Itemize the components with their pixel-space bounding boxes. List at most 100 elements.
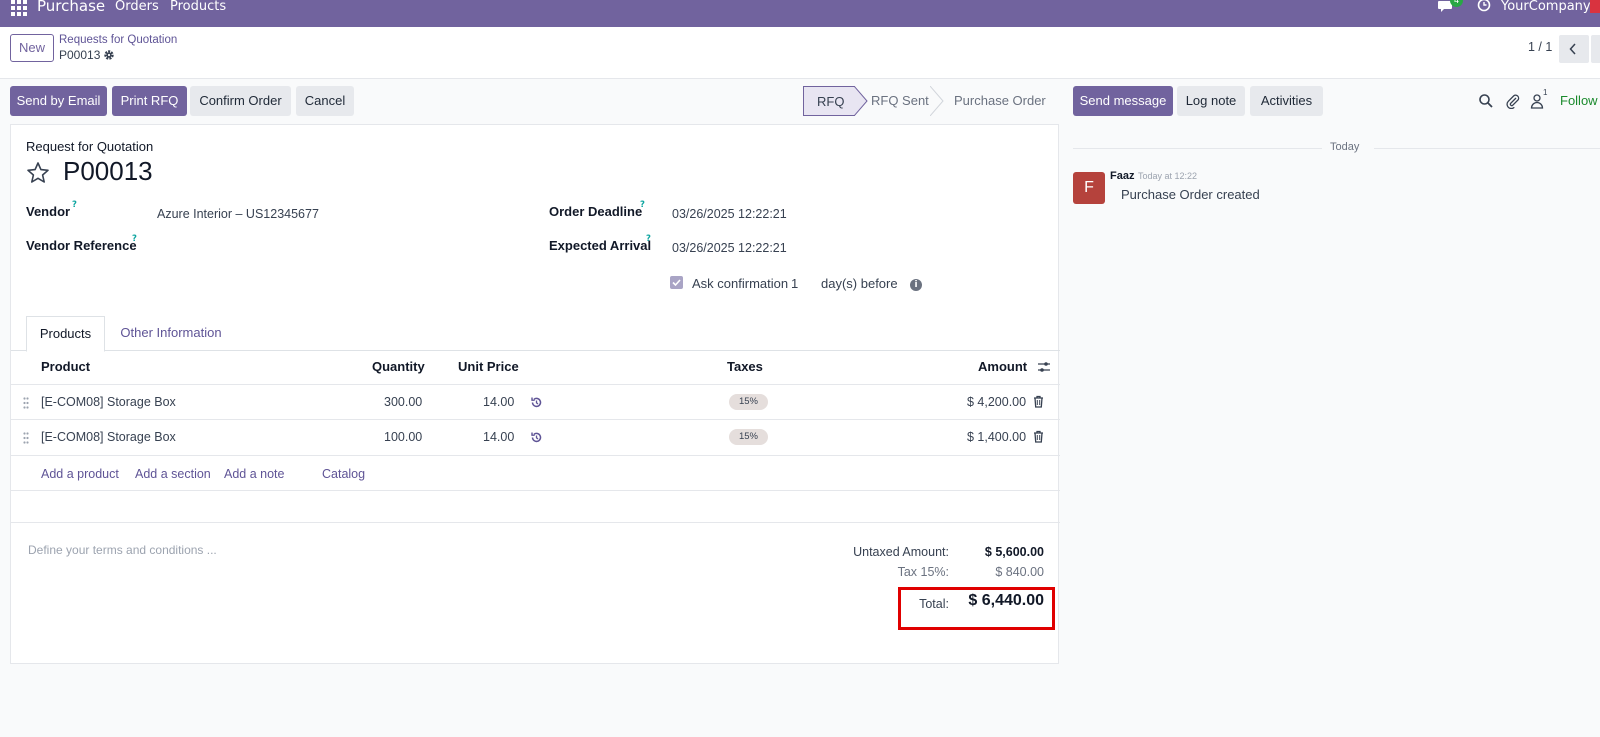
pager-previous-button[interactable] [1559,35,1589,63]
untaxed-amount-label: Untaxed Amount: [853,545,949,559]
record-type-label: Request for Quotation [26,139,154,154]
vendor-reference-field[interactable] [157,233,517,255]
order-deadline-field[interactable]: 03/26/2025 12:22:21 [672,207,787,221]
tax-value: $ 840.00 [995,565,1044,579]
company-switcher[interactable]: YourCompany [1501,0,1591,14]
row-unit-price[interactable]: 14.00 [483,395,514,409]
followers-count: 1 [1543,88,1548,97]
add-section-link[interactable]: Add a section [135,467,211,481]
pager-value[interactable]: 1 / 1 [1528,40,1552,54]
table-row[interactable]: [E-COM08] Storage Box 100.00 14.00 15% $… [11,419,1060,455]
tab-other-information[interactable]: Other Information [111,316,231,351]
column-header-taxes[interactable]: Taxes [727,359,763,374]
tab-products[interactable]: Products [26,316,105,352]
row-quantity[interactable]: 100.00 [384,430,422,444]
stage-arrow [930,86,944,116]
ask-confirmation-label: Ask confirmation [692,276,789,291]
app-name[interactable]: Purchase [37,0,105,15]
pager-next-button[interactable] [1591,35,1600,63]
breadcrumb-current: P00013 [59,48,101,62]
notebook-tabs: Products Other Information [11,316,1060,352]
message-time: Today at 12:22 [1138,171,1198,181]
row-product[interactable]: [E-COM08] Storage Box [41,430,176,444]
expected-arrival-label: Expected Arrival [549,238,652,253]
trash-icon[interactable] [1033,395,1044,408]
column-header-amount[interactable]: Amount [978,359,1027,374]
send-by-email-button[interactable]: Send by Email [10,86,107,116]
table-footer [11,490,1060,523]
vendor-field[interactable]: Azure Interior – US12345677 [157,207,319,221]
user-avatar[interactable] [1590,0,1600,13]
date-separator-line [1374,148,1600,149]
ask-confirmation-checkbox[interactable] [670,276,683,289]
cancel-button[interactable]: Cancel [296,86,354,116]
days-before-label: day(s) before [821,276,898,291]
paperclip-icon[interactable] [1505,93,1521,109]
order-deadline-help-icon[interactable]: ? [640,200,645,210]
vendor-label: Vendor [26,204,71,219]
gear-icon[interactable] [103,49,115,61]
column-header-quantity[interactable]: Quantity [372,359,425,374]
vendor-reference-label: Vendor Reference [26,238,137,253]
control-panel: New Requests for Quotation P00013 1 / 1 [0,27,1600,79]
drag-handle-icon[interactable] [23,432,29,444]
message-body: Purchase Order created [1121,187,1260,202]
clock-icon[interactable] [1477,0,1491,12]
breadcrumb-parent[interactable]: Requests for Quotation [59,34,177,46]
stage-purchase-order[interactable]: Purchase Order [954,86,1064,116]
record-name[interactable]: P00013 [63,156,153,187]
author-avatar[interactable]: F [1073,172,1105,204]
row-amount: $ 1,400.00 [967,430,1027,444]
apps-menu-icon[interactable] [11,0,27,16]
chevron-left-icon [1569,43,1576,55]
history-icon[interactable] [530,396,543,409]
untaxed-amount-value: $ 5,600.00 [984,545,1044,559]
ask-confirmation-days-input[interactable]: 1 [791,276,798,291]
order-deadline-label: Order Deadline [549,204,643,219]
top-navbar: Purchase Orders Products 4 YourCompany [0,0,1600,27]
menu-orders[interactable]: Orders [115,0,159,14]
trash-icon[interactable] [1033,430,1044,443]
tax-label: Tax 15%: [897,565,949,579]
stage-arrow-active [854,86,868,116]
checkmark-icon [672,279,681,287]
send-message-button[interactable]: Send message [1073,86,1173,116]
print-rfq-button[interactable]: Print RFQ [112,86,187,116]
optional-columns-icon[interactable] [1037,361,1051,373]
vendor-reference-help-icon[interactable]: ? [132,234,137,244]
menu-products[interactable]: Products [170,0,226,14]
new-button[interactable]: New [10,34,54,62]
confirm-order-button[interactable]: Confirm Order [190,86,291,116]
date-separator-line [1073,148,1322,149]
history-icon[interactable] [530,431,543,444]
total-label: Total: [919,597,949,611]
terms-conditions-field[interactable]: Define your terms and conditions ... [28,543,217,557]
info-icon[interactable]: i [910,279,922,291]
expected-arrival-help-icon[interactable]: ? [646,234,651,244]
row-unit-price[interactable]: 14.00 [483,430,514,444]
column-header-product[interactable]: Product [41,359,90,374]
row-amount: $ 4,200.00 [967,395,1027,409]
table-row[interactable]: [E-COM08] Storage Box 300.00 14.00 15% $… [11,384,1060,420]
row-product[interactable]: [E-COM08] Storage Box [41,395,176,409]
search-icon[interactable] [1478,93,1494,109]
drag-handle-icon[interactable] [23,397,29,409]
stage-rfq[interactable]: RFQ [803,86,855,116]
date-separator: Today [1330,141,1360,153]
message-author[interactable]: Faaz [1110,170,1134,182]
column-header-unit-price[interactable]: Unit Price [458,359,519,374]
tax-badge[interactable]: 15% [729,394,768,410]
star-icon[interactable] [26,161,50,185]
activities-button[interactable]: Activities [1250,86,1323,116]
add-note-link[interactable]: Add a note [224,467,284,481]
expected-arrival-field[interactable]: 03/26/2025 12:22:21 [672,241,787,255]
tax-badge[interactable]: 15% [729,429,768,445]
stage-rfq-sent[interactable]: RFQ Sent [871,86,957,116]
vendor-help-icon[interactable]: ? [72,200,77,210]
catalog-link[interactable]: Catalog [322,467,365,481]
add-product-link[interactable]: Add a product [41,467,119,481]
log-note-button[interactable]: Log note [1177,86,1245,116]
follow-button[interactable]: Follow [1560,93,1598,108]
form-sheet: Request for Quotation P00013 Vendor ? Az… [10,124,1060,664]
row-quantity[interactable]: 300.00 [384,395,422,409]
